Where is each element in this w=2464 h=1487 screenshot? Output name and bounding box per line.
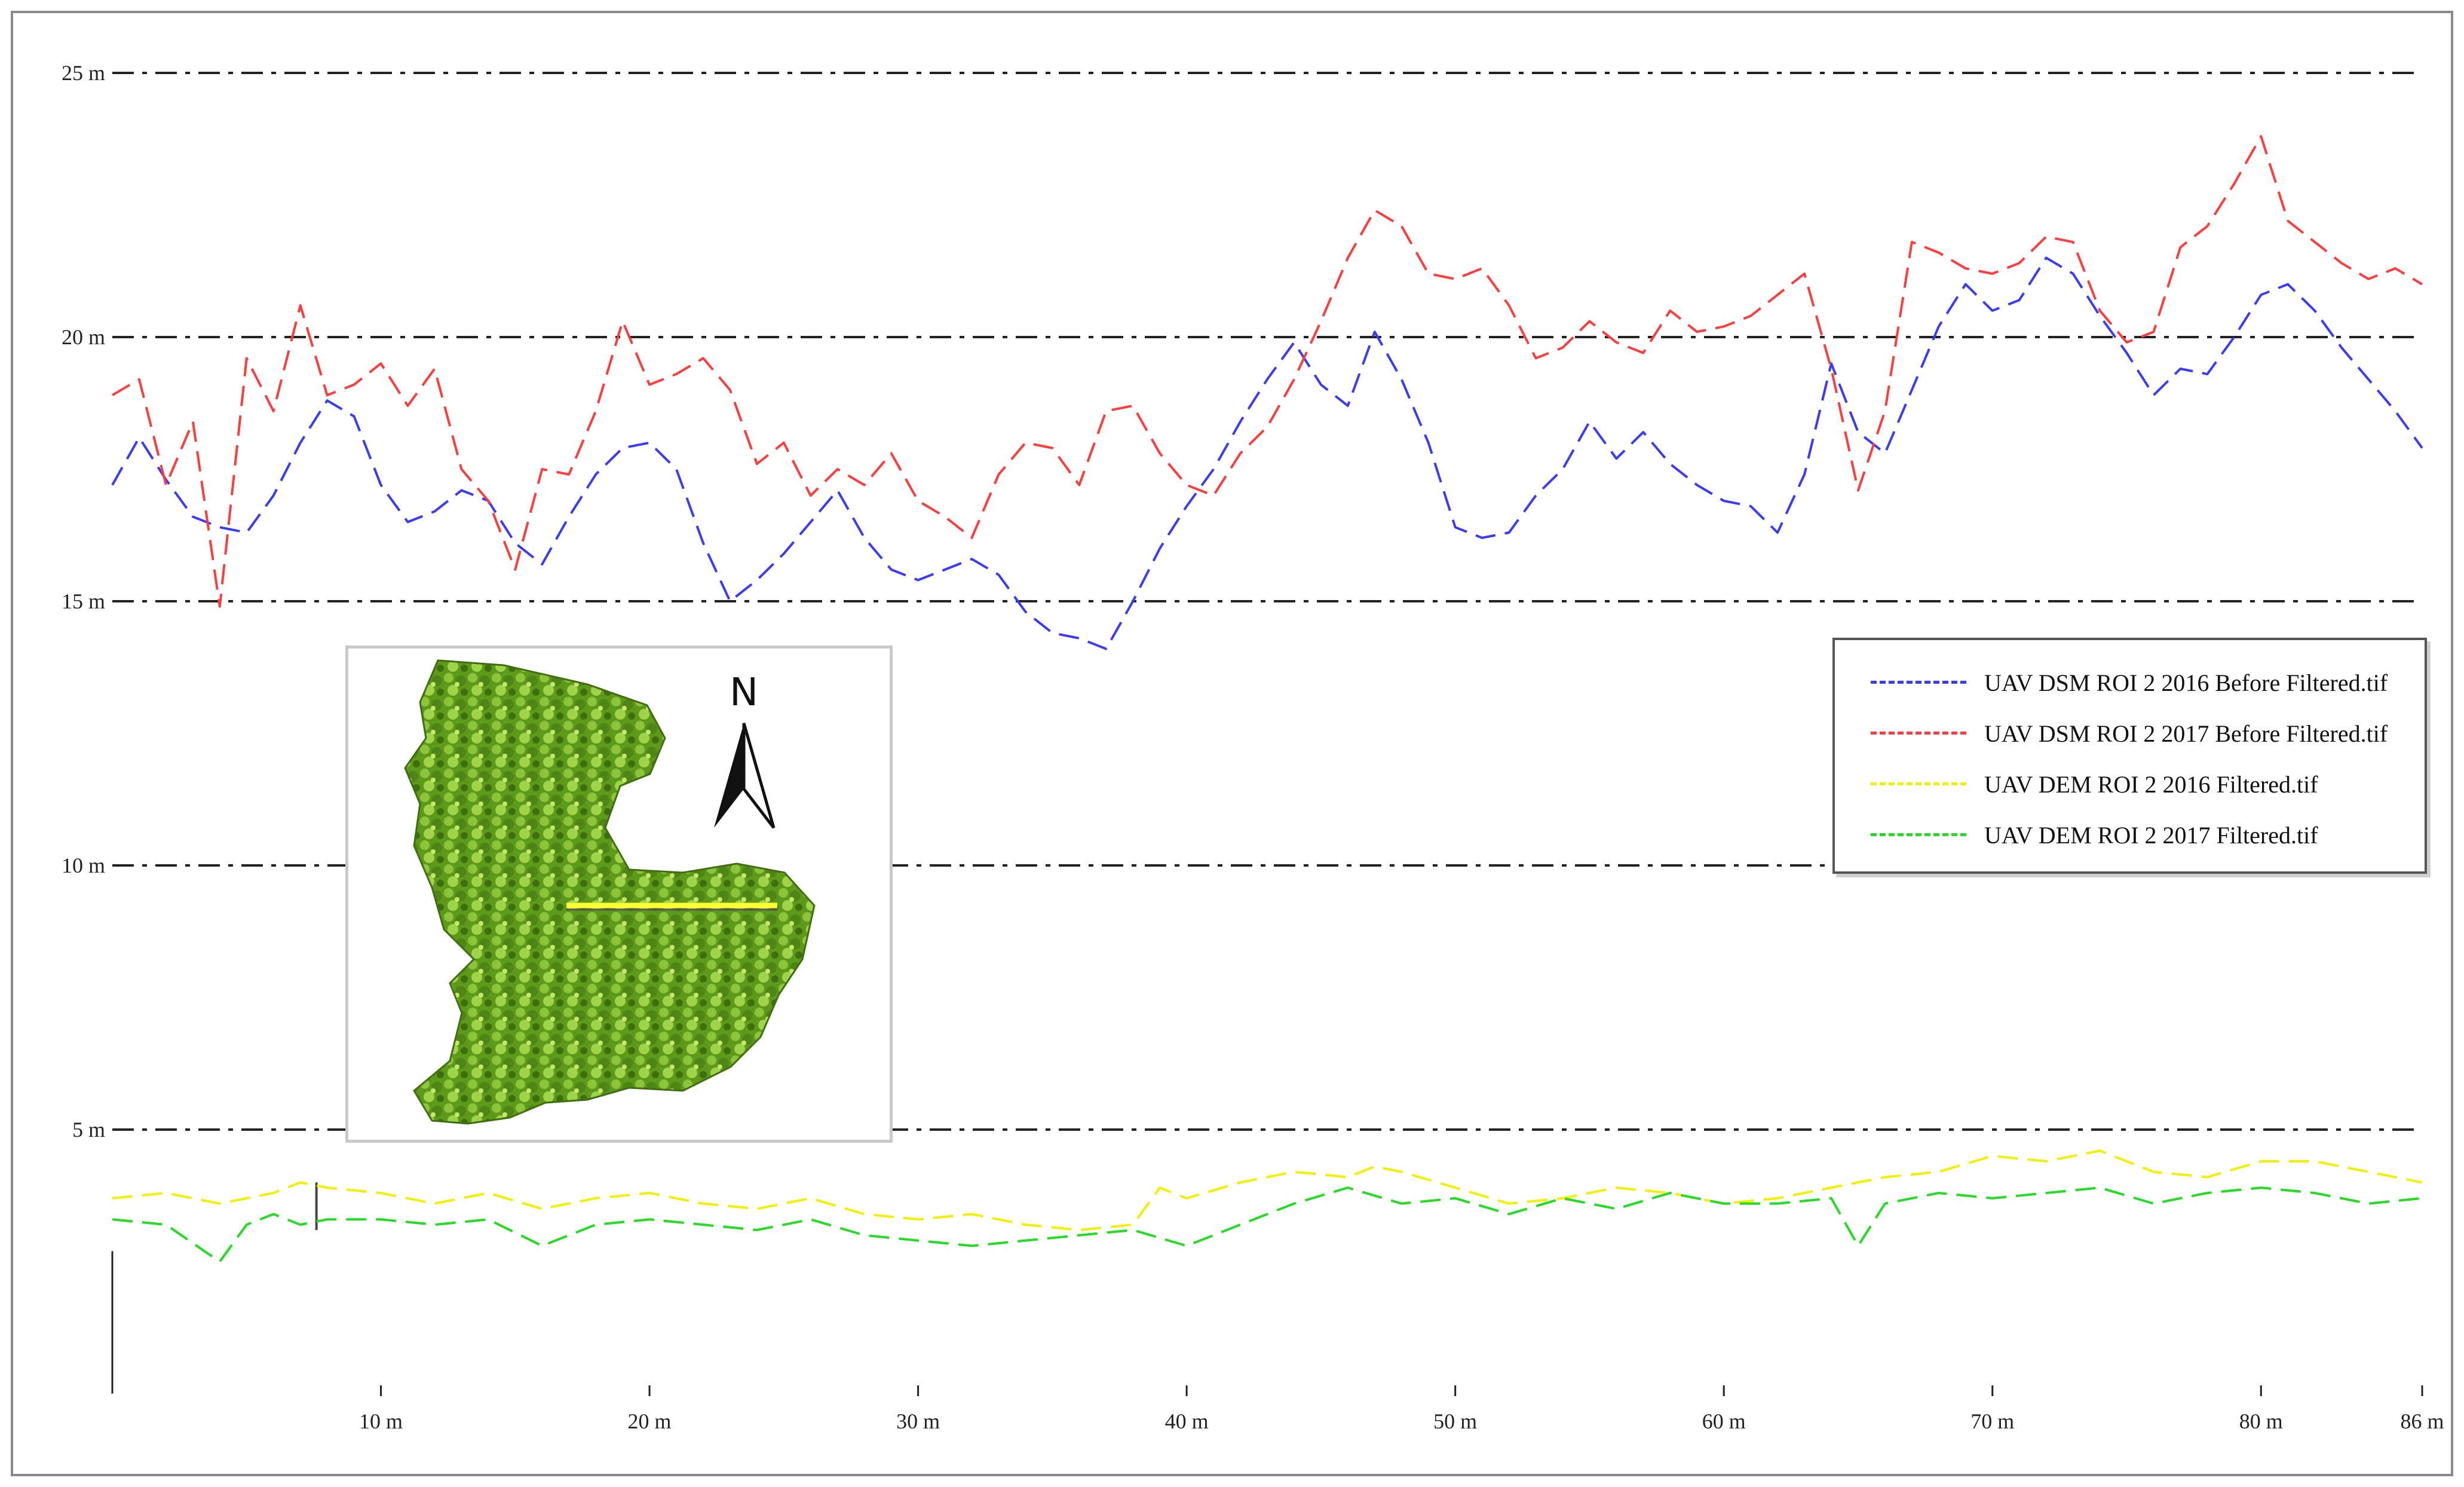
y-tick-label: 25 m — [62, 61, 105, 85]
legend-label: UAV DSM ROI 2 2016 Before Filtered.tif — [1984, 669, 2388, 696]
y-tick-label: 5 m — [72, 1118, 105, 1142]
y-tick-labels: 5 m 10 m 15 m 20 m 25 m — [62, 61, 105, 1142]
series-line-3 — [112, 1186, 2423, 1263]
legend-item-dem-2016: UAV DEM ROI 2 2016 Filtered.tif — [1835, 766, 2425, 801]
legend-label: UAV DEM ROI 2 2016 Filtered.tif — [1984, 771, 2318, 798]
legend: UAV DSM ROI 2 2016 Before Filtered.tif U… — [1832, 638, 2427, 874]
x-tick-label: 60 m — [1702, 1409, 1746, 1433]
legend-label: UAV DSM ROI 2 2017 Before Filtered.tif — [1984, 720, 2388, 747]
x-tick-label: 50 m — [1433, 1409, 1477, 1433]
series-line-0 — [111, 256, 2423, 650]
x-tick-label: 30 m — [896, 1409, 940, 1433]
series-line-1 — [111, 135, 2423, 608]
north-arrow-icon — [714, 723, 776, 829]
canopy-shape — [404, 659, 816, 1125]
y-tick-label: 20 m — [62, 325, 105, 349]
x-tick-label: 10 m — [359, 1409, 403, 1433]
legend-item-dem-2017: UAV DEM ROI 2 2017 Filtered.tif — [1835, 816, 2425, 852]
figure-frame: 5 m 10 m 15 m 20 m 25 m 10 m 20 m 30 m 40 m 50 m… — [11, 11, 2453, 1476]
inset-map: N — [345, 645, 893, 1143]
north-label: N — [730, 671, 758, 715]
x-tick-label: 20 m — [628, 1409, 672, 1433]
x-tick-label: 86 m — [2400, 1409, 2444, 1433]
legend-label: UAV DEM ROI 2 2017 Filtered.tif — [1984, 822, 2318, 849]
legend-item-dsm-2016: UAV DSM ROI 2 2016 Before Filtered.tif — [1835, 664, 2425, 700]
x-tick-label: 40 m — [1165, 1409, 1209, 1433]
y-tick-label: 10 m — [62, 853, 105, 877]
x-tick-label: 80 m — [2239, 1409, 2283, 1433]
y-tick-label: 15 m — [62, 589, 105, 613]
legend-item-dsm-2017: UAV DSM ROI 2 2017 Before Filtered.tif — [1835, 715, 2425, 751]
x-tick-label: 70 m — [1970, 1409, 2014, 1433]
x-tick-labels: 10 m 20 m 30 m 40 m 50 m 60 m 70 m 80 m 86 m — [359, 1409, 2444, 1433]
